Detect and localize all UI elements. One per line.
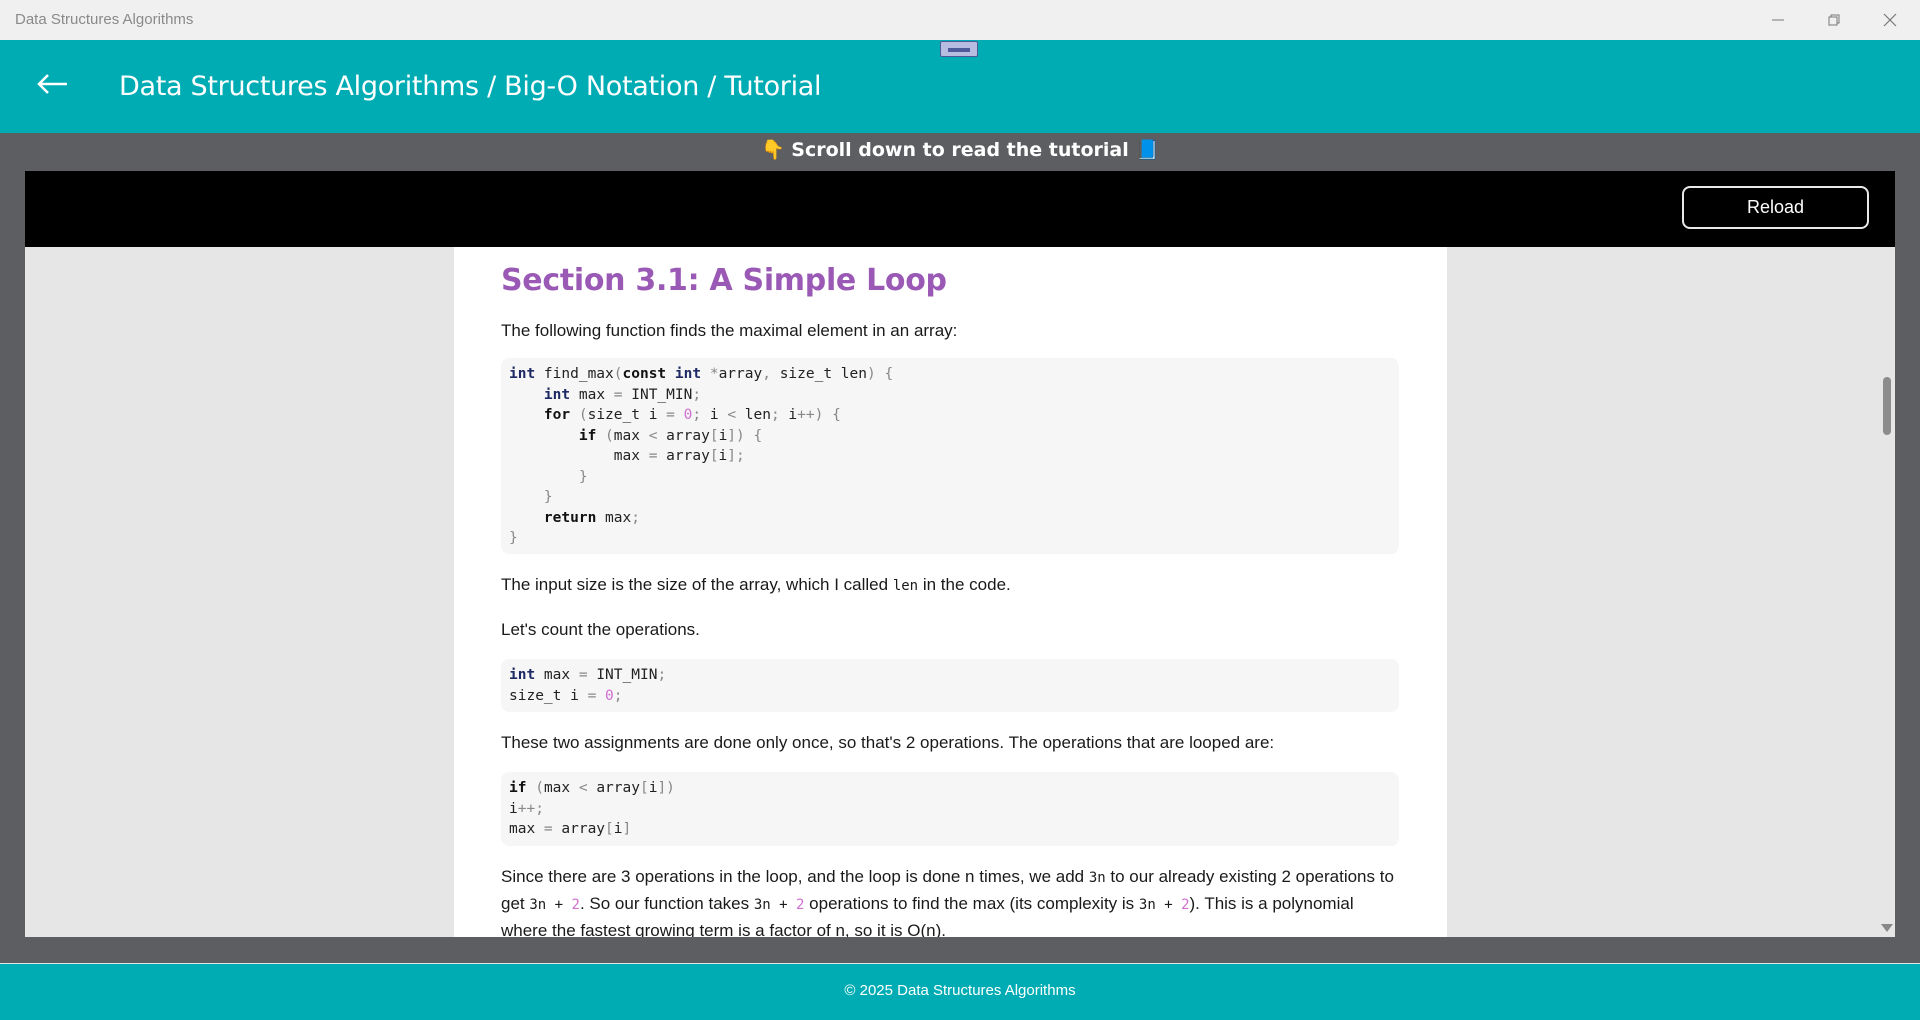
tutorial-webview[interactable]: Section 3.1: A Simple Loop The following…	[25, 247, 1895, 937]
arrow-left-icon	[37, 74, 67, 94]
scrollbar-thumb[interactable]	[1883, 377, 1891, 435]
restore-icon[interactable]	[1806, 0, 1862, 40]
input-size-paragraph: The input size is the size of the array,…	[501, 575, 1011, 594]
section-heading: Section 3.1: A Simple Loop	[501, 263, 947, 298]
intro-paragraph: The following function finds the maximal…	[501, 321, 958, 340]
tutorial-article: Section 3.1: A Simple Loop The following…	[454, 247, 1447, 937]
window-titlebar: Data Structures Algorithms	[0, 0, 1920, 40]
app-header: Data Structures Algorithms / Big-O Notat…	[0, 40, 1920, 133]
back-button[interactable]	[36, 66, 76, 102]
count-ops-paragraph: Let's count the operations.	[501, 620, 700, 639]
complexity-paragraph: Since there are 3 operations in the loop…	[501, 866, 1394, 938]
code-block-find-max: int find_max(const int *array, size_t le…	[501, 358, 1399, 554]
code-block-assignments: int max = INT_MIN; size_t i = 0;	[501, 659, 1399, 712]
code-block-looped: if (max < array[i]) i++; max = array[i]	[501, 772, 1399, 846]
drag-handle-icon[interactable]	[940, 41, 978, 57]
reload-button[interactable]: Reload	[1682, 186, 1869, 229]
breadcrumb: Data Structures Algorithms / Big-O Notat…	[119, 71, 822, 102]
scroll-hint: 👇 Scroll down to read the tutorial 📘	[760, 139, 1160, 161]
webview-toolbar	[25, 171, 1895, 247]
app-footer: © 2025 Data Structures Algorithms	[0, 963, 1920, 1020]
window-title: Data Structures Algorithms	[15, 11, 194, 28]
scroll-down-arrow-icon[interactable]	[1881, 924, 1893, 932]
close-icon[interactable]	[1862, 0, 1918, 40]
assignments-paragraph: These two assignments are done only once…	[501, 733, 1275, 752]
minimize-icon[interactable]	[1750, 0, 1806, 40]
footer-copyright: © 2025 Data Structures Algorithms	[844, 982, 1076, 999]
vertical-scrollbar[interactable]	[1877, 247, 1895, 937]
